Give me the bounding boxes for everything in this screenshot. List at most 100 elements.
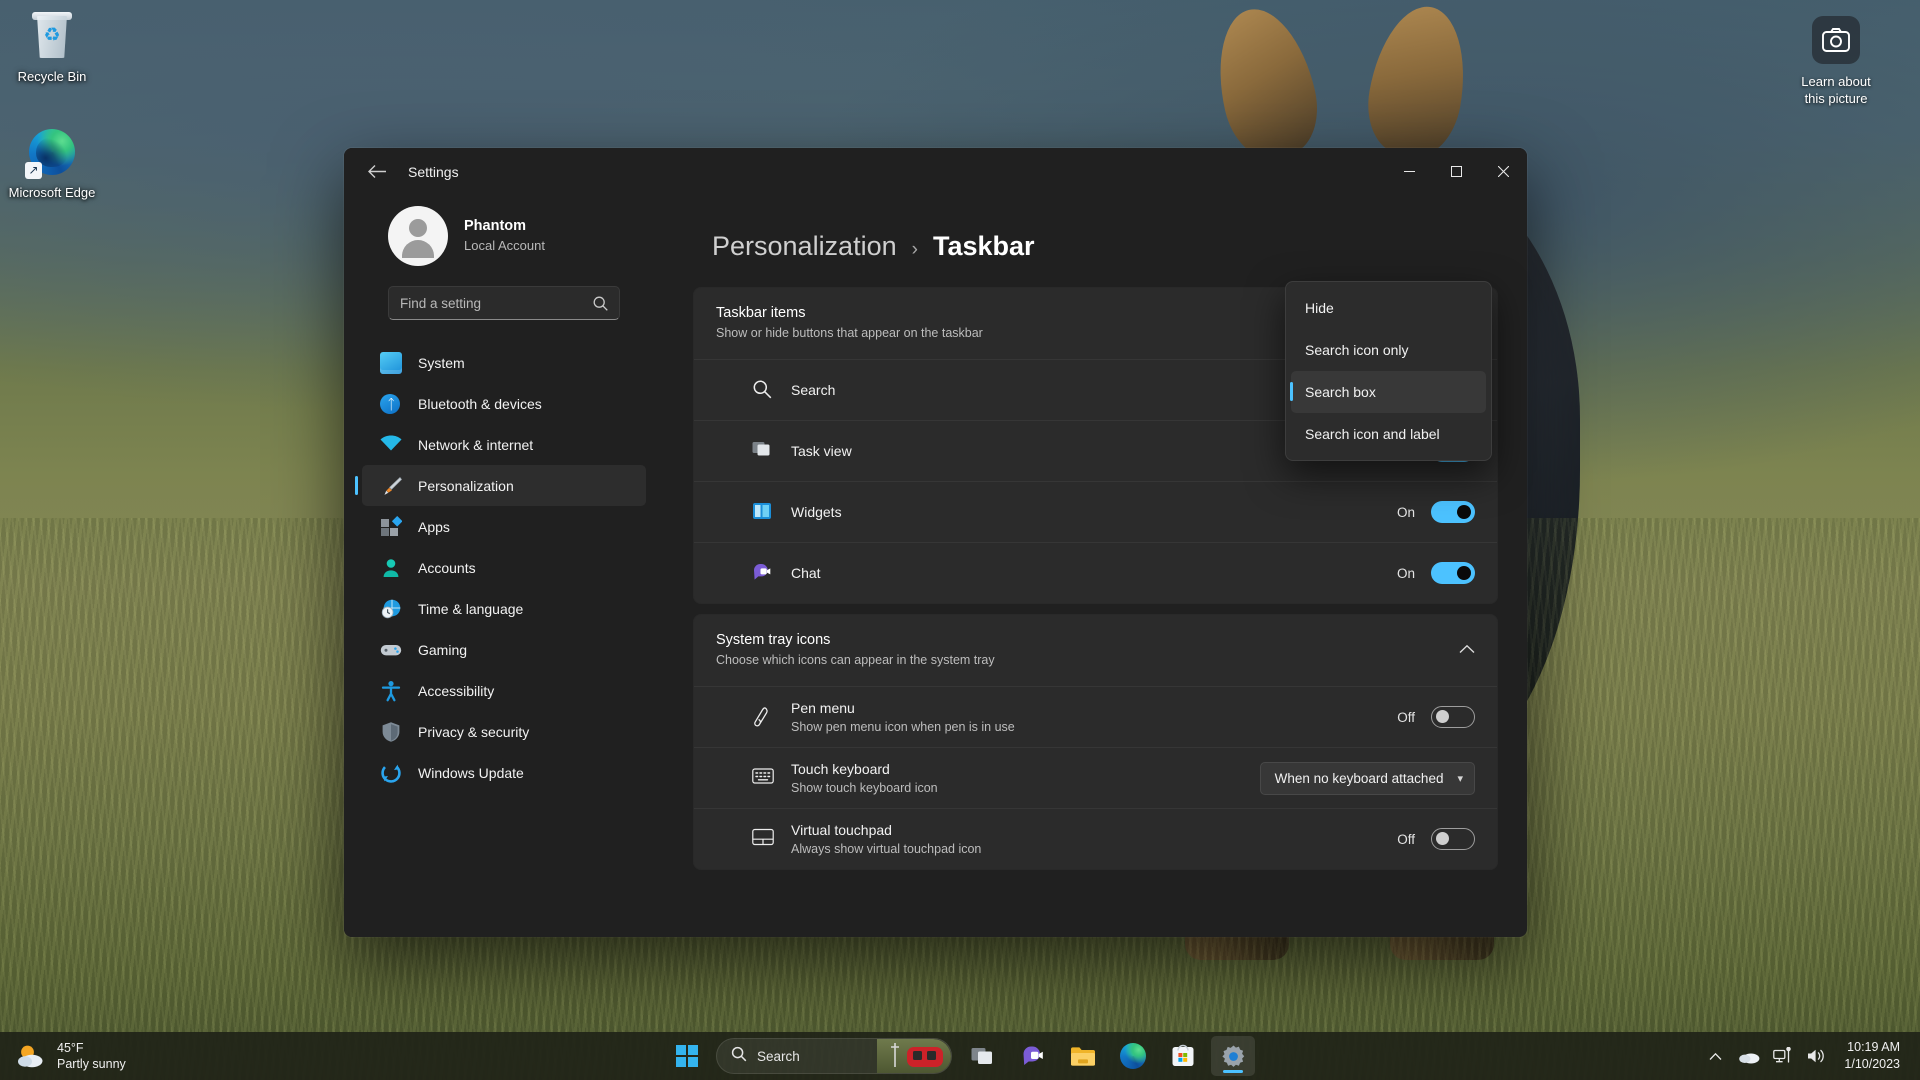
volume-icon[interactable]	[1800, 1036, 1834, 1076]
row-label: Pen menu	[791, 699, 855, 716]
sidebar-item-label: Accounts	[418, 559, 476, 576]
desktop-icon-recycle-bin[interactable]: ♻ Recycle Bin	[4, 10, 100, 85]
start-button[interactable]	[665, 1036, 709, 1076]
sidebar-item-label: Time & language	[418, 600, 524, 617]
desktop-icon-label: Microsoft Edge	[8, 185, 96, 200]
breadcrumb-separator: ›	[911, 239, 918, 260]
recycle-bin-icon: ♻	[26, 10, 78, 62]
update-icon	[380, 762, 402, 784]
card-title: Taskbar items	[716, 305, 806, 321]
chat-icon	[752, 562, 774, 584]
row-label: Widgets	[791, 503, 842, 520]
touch-keyboard-dropdown[interactable]: When no keyboard attached ▾	[1259, 761, 1475, 795]
tray-row-virtual-touchpad[interactable]: Virtual touchpad Always show virtual tou…	[694, 808, 1497, 869]
avatar	[388, 206, 448, 266]
sidebar-item-label: Privacy & security	[418, 723, 530, 740]
account-block[interactable]: Phantom Local Account	[344, 195, 664, 286]
sidebar-item-time-language[interactable]: Time & language	[362, 588, 646, 629]
sidebar-item-windows-update[interactable]: Windows Update	[362, 752, 646, 793]
edge-icon	[1120, 1043, 1146, 1069]
sidebar-item-label: Bluetooth & devices	[418, 395, 542, 412]
pen-menu-toggle[interactable]	[1431, 706, 1475, 728]
show-hidden-icons-button[interactable]	[1698, 1036, 1732, 1076]
taskbar-center-group: Search	[662, 1032, 1258, 1080]
dropdown-option-search-icon-and-label[interactable]: Search icon and label	[1291, 413, 1486, 455]
dropdown-option-search-box[interactable]: Search box	[1290, 371, 1486, 413]
file-explorer-button[interactable]	[1061, 1036, 1105, 1076]
row-label: Search	[791, 381, 836, 398]
edge-icon: ↗	[25, 126, 78, 179]
taskbar-search-box[interactable]: Search	[716, 1038, 952, 1074]
edge-button[interactable]	[1111, 1036, 1155, 1076]
row-label: Virtual touchpad	[791, 821, 892, 838]
search-input[interactable]	[400, 295, 593, 311]
widgets-toggle[interactable]	[1431, 501, 1475, 523]
accessibility-icon	[380, 680, 402, 702]
clock[interactable]: 10:19 AM 1/10/2023	[1834, 1039, 1906, 1073]
chat-toggle[interactable]	[1431, 562, 1475, 584]
folder-icon	[1071, 1047, 1095, 1066]
sidebar-item-privacy-security[interactable]: Privacy & security	[362, 711, 646, 752]
row-sublabel: Show touch keyboard icon	[791, 780, 938, 795]
dropdown-option-hide[interactable]: Hide	[1291, 287, 1486, 329]
task-view-button[interactable]	[961, 1036, 1005, 1076]
chat-button[interactable]	[1011, 1036, 1055, 1076]
back-button[interactable]	[358, 156, 396, 188]
search-icon	[731, 1046, 747, 1067]
partly-sunny-icon	[18, 1045, 43, 1068]
camera-icon	[1812, 16, 1860, 64]
taskbar-row-widgets[interactable]: Widgets On	[694, 481, 1497, 542]
sidebar-item-gaming[interactable]: Gaming	[362, 629, 646, 670]
taskbar-row-chat[interactable]: Chat On	[694, 542, 1497, 603]
search-icon	[593, 296, 608, 311]
sidebar-item-accounts[interactable]: Accounts	[362, 547, 646, 588]
learn-widget-line2: this picture	[1804, 91, 1868, 106]
windows-logo-icon	[676, 1045, 698, 1067]
network-icon[interactable]	[1766, 1036, 1800, 1076]
sidebar-search	[388, 286, 620, 320]
row-state: Off	[1397, 831, 1415, 847]
wifi-icon	[380, 434, 402, 456]
dropdown-option-search-icon-only[interactable]: Search icon only	[1291, 329, 1486, 371]
gear-icon	[1221, 1045, 1244, 1067]
tray-row-pen-menu[interactable]: Pen menu Show pen menu icon when pen is …	[694, 686, 1497, 747]
row-sublabel: Show pen menu icon when pen is in use	[791, 719, 1015, 734]
sidebar-item-accessibility[interactable]: Accessibility	[362, 670, 646, 711]
sidebar: Phantom Local Account System	[344, 195, 664, 937]
learn-about-this-picture-widget[interactable]: Learn about this picture	[1772, 8, 1900, 107]
tray-row-touch-keyboard[interactable]: Touch keyboard Show touch keyboard icon …	[694, 747, 1497, 808]
sidebar-item-network-internet[interactable]: Network & internet	[362, 424, 646, 465]
desktop-icon-microsoft-edge[interactable]: ↗ Microsoft Edge	[4, 126, 100, 201]
virtual-touchpad-toggle[interactable]	[1431, 828, 1475, 850]
minimize-button[interactable]	[1386, 148, 1433, 195]
taskbar-search-placeholder: Search	[757, 1048, 800, 1064]
chevron-up-icon[interactable]	[1459, 641, 1475, 659]
row-label: Task view	[791, 442, 852, 459]
settings-button[interactable]	[1211, 1036, 1255, 1076]
row-sublabel: Always show virtual touchpad icon	[791, 841, 982, 856]
account-name: Phantom	[464, 218, 527, 234]
weather-widget[interactable]: 45°F Partly sunny	[0, 1040, 230, 1072]
sidebar-item-personalization[interactable]: Personalization	[355, 465, 646, 506]
pen-icon	[752, 706, 774, 728]
weather-condition: Partly sunny	[57, 1057, 126, 1071]
sidebar-item-label: Personalization	[418, 477, 514, 494]
sidebar-item-label: Network & internet	[418, 436, 534, 453]
sidebar-item-bluetooth-devices[interactable]: ᛏ Bluetooth & devices	[362, 383, 646, 424]
app-title: Settings	[408, 163, 459, 180]
close-button[interactable]	[1480, 148, 1527, 195]
gamepad-icon	[380, 639, 402, 661]
sidebar-item-label: Windows Update	[418, 764, 524, 781]
sidebar-item-apps[interactable]: Apps	[362, 506, 646, 547]
sidebar-item-system[interactable]: System	[362, 342, 646, 383]
onedrive-icon[interactable]	[1732, 1036, 1766, 1076]
learn-widget-line1: Learn about	[1801, 74, 1871, 89]
breadcrumb-parent[interactable]: Personalization	[712, 231, 897, 262]
system-tray-header[interactable]: System tray icons Choose which icons can…	[694, 615, 1497, 686]
task-view-icon	[752, 440, 774, 462]
maximize-button[interactable]	[1433, 148, 1480, 195]
shield-icon	[380, 721, 402, 743]
keyboard-icon	[752, 767, 774, 789]
card-subtitle: Show or hide buttons that appear on the …	[716, 326, 983, 340]
store-button[interactable]	[1161, 1036, 1205, 1076]
